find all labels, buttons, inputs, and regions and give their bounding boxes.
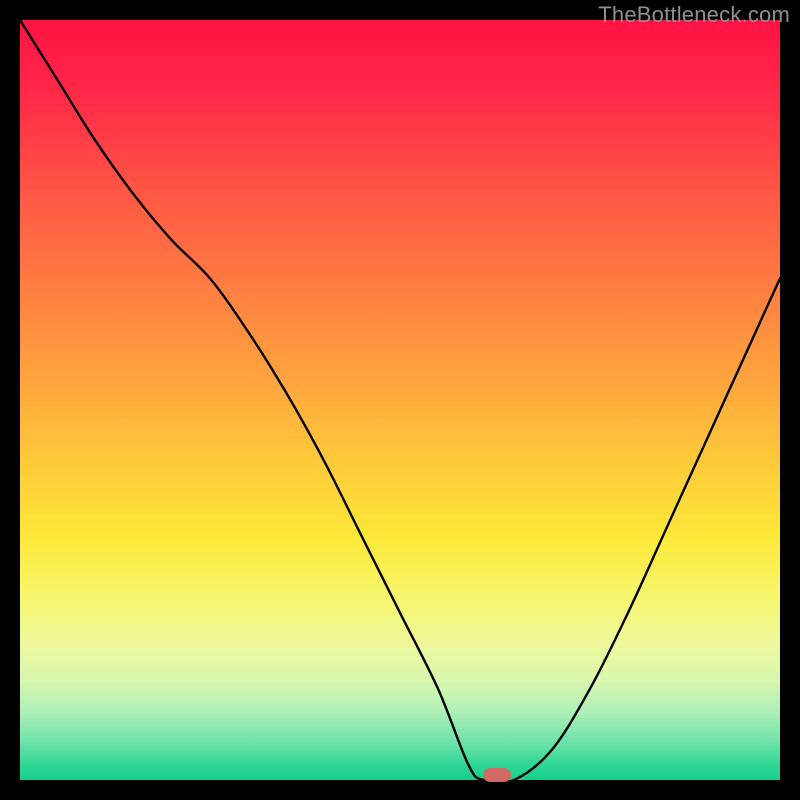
minimum-marker xyxy=(483,768,511,782)
plot-area xyxy=(20,20,780,780)
bottleneck-curve xyxy=(20,20,780,780)
chart-frame: TheBottleneck.com xyxy=(0,0,800,800)
watermark-text: TheBottleneck.com xyxy=(598,2,790,28)
